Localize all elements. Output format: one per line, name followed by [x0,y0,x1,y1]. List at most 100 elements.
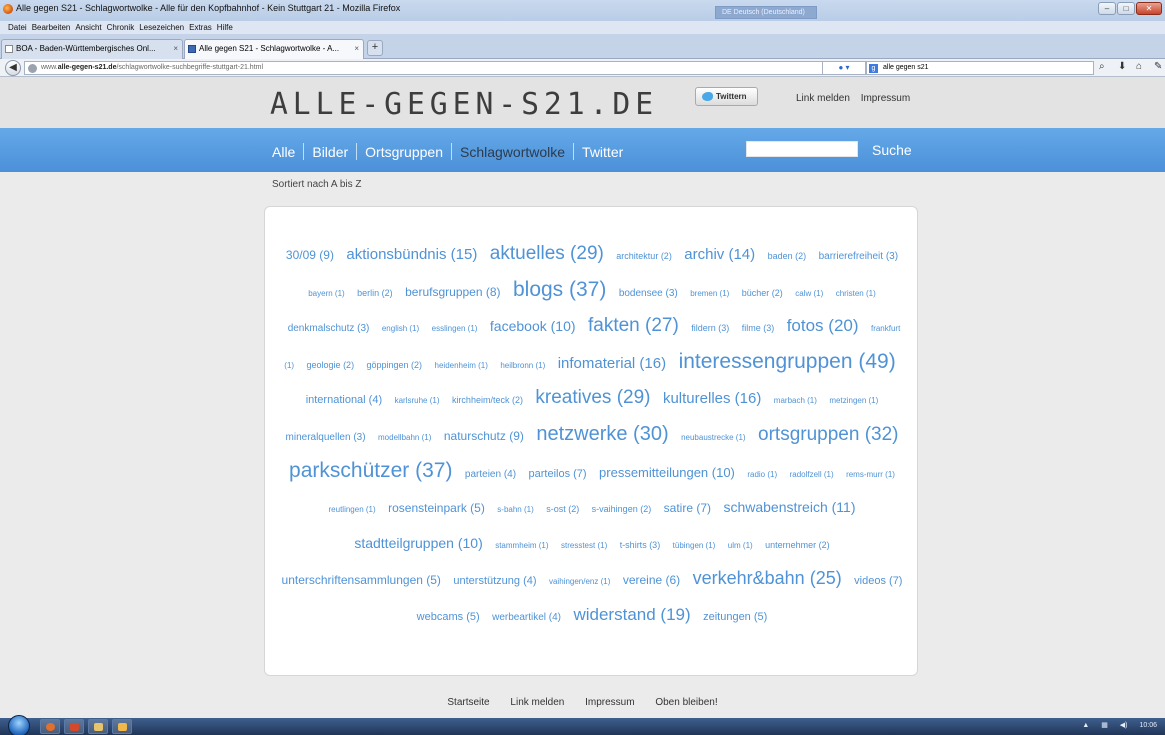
tag-cloud-item[interactable]: radolfzell (1) [790,470,834,479]
tag-cloud-item[interactable]: rems-murr (1) [846,470,895,479]
tag-cloud-item[interactable]: international (4) [306,394,382,406]
taskbar-office[interactable] [64,719,84,734]
tag-cloud-item[interactable]: bücher (2) [742,288,783,298]
tag-cloud-item[interactable]: kulturelles (16) [663,390,761,407]
tag-cloud-item[interactable]: modellbahn (1) [378,433,431,442]
menu-ansicht[interactable]: Ansicht [75,21,101,34]
tag-cloud-item[interactable]: widerstand (19) [573,605,690,624]
footer-oben-bleiben[interactable]: Oben bleiben! [655,697,717,708]
menu-bearbeiten[interactable]: Bearbeiten [32,21,71,34]
nav-bilder[interactable]: Bilder [312,144,348,160]
tag-cloud-item[interactable]: bremen (1) [690,289,729,298]
link-impressum[interactable]: Impressum [861,93,910,104]
tag-cloud-item[interactable]: berlin (2) [357,288,393,298]
nav-twitter[interactable]: Twitter [582,144,623,160]
site-search-button[interactable]: Suche [872,142,912,158]
nav-schlagwortwolke[interactable]: Schlagwortwolke [460,144,565,160]
tag-cloud-item[interactable]: tübingen (1) [673,541,716,550]
link-melden[interactable]: Link melden [796,93,850,104]
addon-icon[interactable]: ✎ [1154,61,1162,72]
tag-cloud-item[interactable]: schwabenstreich (11) [723,499,855,515]
tab-close-icon[interactable]: × [354,40,359,58]
tag-cloud-item[interactable]: archiv (14) [684,246,755,263]
back-button[interactable]: ◀ [5,60,21,76]
tag-cloud-item[interactable]: ortsgruppen (32) [758,424,898,445]
tag-cloud-item[interactable]: interessengruppen (49) [679,350,896,373]
minimize-icon[interactable]: – [1098,2,1116,15]
start-button[interactable] [8,715,30,735]
tag-cloud-item[interactable]: radio (1) [747,470,777,479]
tag-cloud-item[interactable]: s-ost (2) [546,504,579,514]
tag-cloud-item[interactable]: heilbronn (1) [500,361,545,370]
tag-cloud-item[interactable]: pressemitteilungen (10) [599,465,735,480]
network-icon[interactable]: ▦ [1101,722,1108,729]
tag-cloud-item[interactable]: neubaustrecke (1) [681,433,745,442]
tag-cloud-item[interactable]: 30/09 (9) [286,248,334,262]
tag-cloud-item[interactable]: heidenheim (1) [435,361,488,370]
tag-cloud-item[interactable]: bodensee (3) [619,288,678,299]
browser-search-bar[interactable]: g alle gegen s21 [866,61,1094,75]
home-icon[interactable]: ⌂ [1136,61,1142,72]
tag-cloud-item[interactable]: vaihingen/enz (1) [549,577,610,586]
tag-cloud-item[interactable]: fakten (27) [588,315,679,336]
tag-cloud-item[interactable]: parteien (4) [465,469,516,480]
close-icon[interactable]: ✕ [1136,2,1162,15]
volume-icon[interactable]: ◀) [1120,722,1128,729]
tag-cloud-item[interactable]: parkschützer (37) [289,459,452,482]
tag-cloud-item[interactable]: fildern (3) [691,323,729,333]
tag-cloud-item[interactable]: videos (7) [854,575,902,587]
tag-cloud-item[interactable]: unterschriftensammlungen (5) [282,573,441,587]
tag-cloud-item[interactable]: stammheim (1) [495,541,548,550]
tag-cloud-item[interactable]: reutlingen (1) [329,505,376,514]
taskbar-app[interactable] [112,719,132,734]
tag-cloud-item[interactable]: fotos (20) [787,316,859,335]
tag-cloud-item[interactable]: webcams (5) [417,611,480,623]
maximize-icon[interactable]: □ [1117,2,1135,15]
tag-cloud-item[interactable]: denkmalschutz (3) [288,323,370,334]
tag-cloud-item[interactable]: göppingen (2) [367,360,423,370]
tag-cloud-item[interactable]: mineralquellen (3) [286,432,366,443]
tag-cloud-item[interactable]: rosensteinpark (5) [388,501,485,515]
tag-cloud-item[interactable]: barrierefreiheit (3) [819,251,898,262]
tag-cloud-item[interactable]: baden (2) [768,251,807,261]
tag-cloud-item[interactable]: karlsruhe (1) [395,396,440,405]
menu-hilfe[interactable]: Hilfe [217,21,233,34]
footer-impressum[interactable]: Impressum [585,697,634,708]
site-search-input[interactable] [746,141,858,157]
tag-cloud-item[interactable]: unterstützung (4) [453,575,536,587]
tag-cloud-item[interactable]: t-shirts (3) [620,540,661,550]
tag-cloud-item[interactable]: unternehmer (2) [765,540,830,550]
tag-cloud-item[interactable]: christen (1) [836,289,876,298]
tag-cloud-item[interactable]: verkehr&bahn (25) [693,568,842,588]
tag-cloud-item[interactable]: aktionsbündnis (15) [346,246,477,263]
footer-startseite[interactable]: Startseite [447,697,489,708]
menu-datei[interactable]: Datei [8,21,27,34]
tag-cloud-item[interactable]: naturschutz (9) [444,429,524,443]
nav-alle[interactable]: Alle [272,144,295,160]
tag-cloud-item[interactable]: berufsgruppen (8) [405,285,500,299]
tag-cloud-item[interactable]: geologie (2) [307,360,355,370]
twitter-share-button[interactable]: Twittern [695,87,758,106]
tab-boa[interactable]: BOA - Baden-Württembergisches Onl... × [1,39,183,59]
tag-cloud-item[interactable]: english (1) [382,324,419,333]
tag-cloud-item[interactable]: satire (7) [664,501,711,515]
tag-cloud-item[interactable]: zeitungen (5) [703,611,767,623]
search-icon[interactable]: ⌕ [1099,61,1105,72]
tag-cloud-item[interactable]: netzwerke (30) [536,423,668,445]
menu-lesezeichen[interactable]: Lesezeichen [139,21,184,34]
tab-close-icon[interactable]: × [173,40,178,58]
footer-link-melden[interactable]: Link melden [510,697,564,708]
tag-cloud-item[interactable]: ulm (1) [728,541,753,550]
taskbar-explorer[interactable] [88,719,108,734]
menu-chronik[interactable]: Chronik [107,21,135,34]
language-indicator[interactable]: DE Deutsch (Deutschland) [715,6,817,19]
tag-cloud-item[interactable]: esslingen (1) [432,324,478,333]
clock[interactable]: 10:06 [1139,722,1157,729]
download-icon[interactable]: ⬇ [1118,61,1126,72]
nav-ortsgruppen[interactable]: Ortsgruppen [365,144,443,160]
search-engine-selector[interactable]: ● ▾ [822,61,866,75]
tag-cloud-item[interactable]: parteilos (7) [529,468,587,480]
site-logo[interactable]: ALLE-GEGEN-S21.DE [270,87,658,122]
tag-cloud-item[interactable]: stresstest (1) [561,541,607,550]
url-bar[interactable]: www.alle-gegen-s21.de/schlagwortwolke-su… [24,61,855,75]
